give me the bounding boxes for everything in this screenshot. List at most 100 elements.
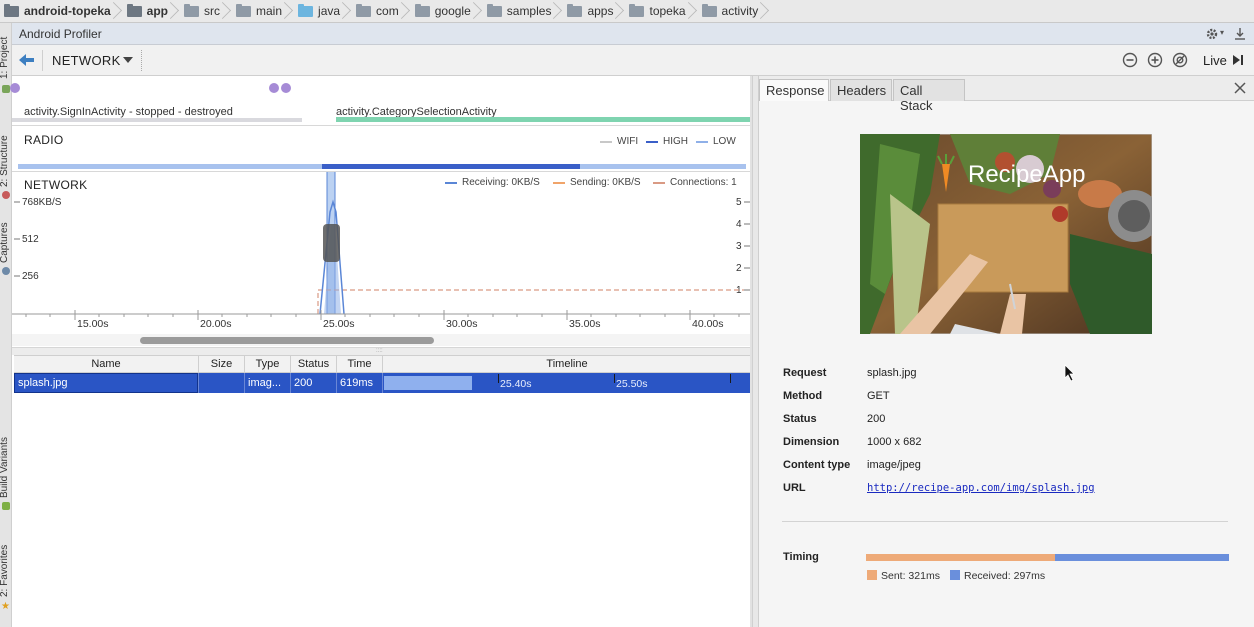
live-button[interactable]: Live: [1203, 53, 1227, 68]
timing-bar-sent: [866, 554, 1055, 561]
column-header-time[interactable]: Time: [337, 358, 382, 370]
table-row[interactable]: splash.jpg imag... 200 619ms 25.40s 25.5…: [14, 373, 751, 393]
breadcrumb-label: app: [146, 4, 169, 18]
column-header-name[interactable]: Name: [14, 358, 198, 370]
response-image-preview: RecipeApp: [860, 134, 1152, 334]
activity-label-signin: activity.SignInActivity - stopped - dest…: [24, 106, 233, 118]
x-tick-label: 35.00s: [569, 318, 601, 330]
breadcrumb-item[interactable]: apps: [559, 0, 621, 23]
radio-legend-low: LOW: [696, 136, 736, 147]
project-icon: [2, 85, 10, 93]
breadcrumb-label: activity: [721, 4, 759, 18]
radio-legend-high: HIGH: [646, 136, 688, 147]
radio-state-high[interactable]: [322, 164, 580, 169]
legend-label: LOW: [713, 136, 736, 147]
side-tab-favorites[interactable]: 2: Favorites: [0, 545, 10, 597]
tool-window-strip: 1: Project 2: Structure Captures Build V…: [0, 23, 12, 627]
field-label-method: Method: [783, 390, 823, 402]
tab-call-stack[interactable]: Call Stack: [893, 79, 965, 113]
side-tab-structure[interactable]: 2: Structure: [0, 135, 10, 187]
legend-swatch: [696, 140, 708, 143]
breadcrumb-item[interactable]: app: [119, 0, 176, 23]
event-marker[interactable]: [269, 83, 279, 93]
divider: [12, 125, 752, 126]
zoom-out-icon[interactable]: [1122, 52, 1138, 68]
field-value-content-type: image/jpeg: [867, 459, 921, 471]
captures-icon: [2, 267, 10, 275]
field-label-status: Status: [783, 413, 817, 425]
breadcrumb-label: src: [204, 4, 221, 18]
timeline-tick-label: 25.40s: [500, 378, 532, 390]
gear-icon[interactable]: [1205, 27, 1219, 41]
timeline-scrollbar-thumb[interactable]: [140, 337, 434, 344]
timing-bar: [866, 554, 1229, 561]
window-title: Android Profiler: [19, 27, 102, 41]
reset-zoom-icon[interactable]: [1172, 52, 1188, 68]
x-tick-label: 30.00s: [446, 318, 478, 330]
column-header-timeline[interactable]: Timeline: [383, 358, 751, 370]
event-marker[interactable]: [10, 83, 20, 93]
breadcrumb-item[interactable]: java: [290, 0, 348, 23]
field-value-status: 200: [867, 413, 886, 425]
breadcrumb-item[interactable]: android-topeka: [0, 0, 119, 23]
profiler-timeline-panel: activity.SignInActivity - stopped - dest…: [10, 76, 752, 627]
breadcrumb-item[interactable]: samples: [479, 0, 560, 23]
tab-response[interactable]: Response: [759, 79, 829, 101]
breadcrumb-item[interactable]: com: [348, 0, 407, 23]
tab-headers[interactable]: Headers: [830, 79, 892, 101]
breadcrumb-label: google: [434, 4, 471, 18]
activity-bar-signin[interactable]: [12, 118, 302, 122]
back-arrow-icon[interactable]: [19, 53, 35, 67]
breadcrumb-label: topeka: [649, 4, 686, 18]
x-tick-label: 15.00s: [77, 318, 109, 330]
breadcrumb-item[interactable]: topeka: [621, 0, 693, 23]
breadcrumb-item[interactable]: google: [407, 0, 479, 23]
pin-icon[interactable]: [1234, 27, 1246, 41]
breadcrumb-item[interactable]: activity: [694, 0, 767, 23]
timeline-tick: [614, 374, 615, 383]
field-label-dimension: Dimension: [783, 436, 840, 448]
event-marker[interactable]: [281, 83, 291, 93]
radio-legend-wifi: WIFI: [600, 136, 638, 147]
toolbar-separator: [42, 50, 43, 71]
zoom-in-icon[interactable]: [1147, 52, 1163, 68]
column-header-type[interactable]: Type: [245, 358, 290, 370]
x-tick-label: 25.00s: [323, 318, 355, 330]
side-tab-captures[interactable]: Captures: [0, 222, 10, 263]
side-tab-build-variants[interactable]: Build Variants: [0, 437, 10, 498]
timing-bar-received: [1055, 554, 1229, 561]
profiler-toolbar: NETWORK Live: [12, 45, 1254, 76]
legend-swatch-received: [950, 570, 960, 580]
toolbar-separator: [141, 50, 142, 71]
cell-name: splash.jpg: [18, 377, 68, 389]
cell-type: imag...: [248, 377, 282, 389]
timeline-tick-label: 25.50s: [616, 378, 648, 390]
column-header-size[interactable]: Size: [199, 358, 244, 370]
timeline-tick: [730, 374, 731, 383]
url-link[interactable]: http://recipe-app.com/img/splash.jpg: [867, 482, 1095, 494]
legend-label: WIFI: [617, 136, 639, 147]
close-icon[interactable]: [1234, 82, 1246, 94]
image-caption: RecipeApp: [968, 161, 1085, 188]
cell-time: 619ms: [340, 377, 374, 389]
connection-details-panel: Response Headers Call Stack RecipeApp Re…: [758, 76, 1254, 627]
column-header-status[interactable]: Status: [291, 358, 336, 370]
field-value-request: splash.jpg: [867, 367, 917, 379]
breadcrumb-item[interactable]: main: [228, 0, 290, 23]
play-icon[interactable]: [1232, 54, 1244, 66]
legend-label: HIGH: [663, 136, 688, 147]
field-label-url: URL: [783, 482, 806, 494]
chevron-down-icon[interactable]: [123, 57, 133, 64]
gear-dropdown-icon[interactable]: ▾: [1220, 28, 1224, 37]
side-tab-project[interactable]: 1: Project: [0, 37, 10, 79]
structure-icon: [2, 191, 10, 199]
breadcrumb-label: main: [256, 4, 283, 18]
activity-bar-category[interactable]: [336, 117, 752, 122]
folder-icon: [236, 3, 252, 17]
radio-state-low[interactable]: [18, 164, 322, 169]
folder-icon: [356, 3, 372, 17]
breadcrumb-label: samples: [506, 4, 552, 18]
profiler-selector[interactable]: NETWORK: [52, 53, 121, 68]
radio-state-low[interactable]: [580, 164, 746, 169]
breadcrumb-item[interactable]: src: [176, 0, 228, 23]
